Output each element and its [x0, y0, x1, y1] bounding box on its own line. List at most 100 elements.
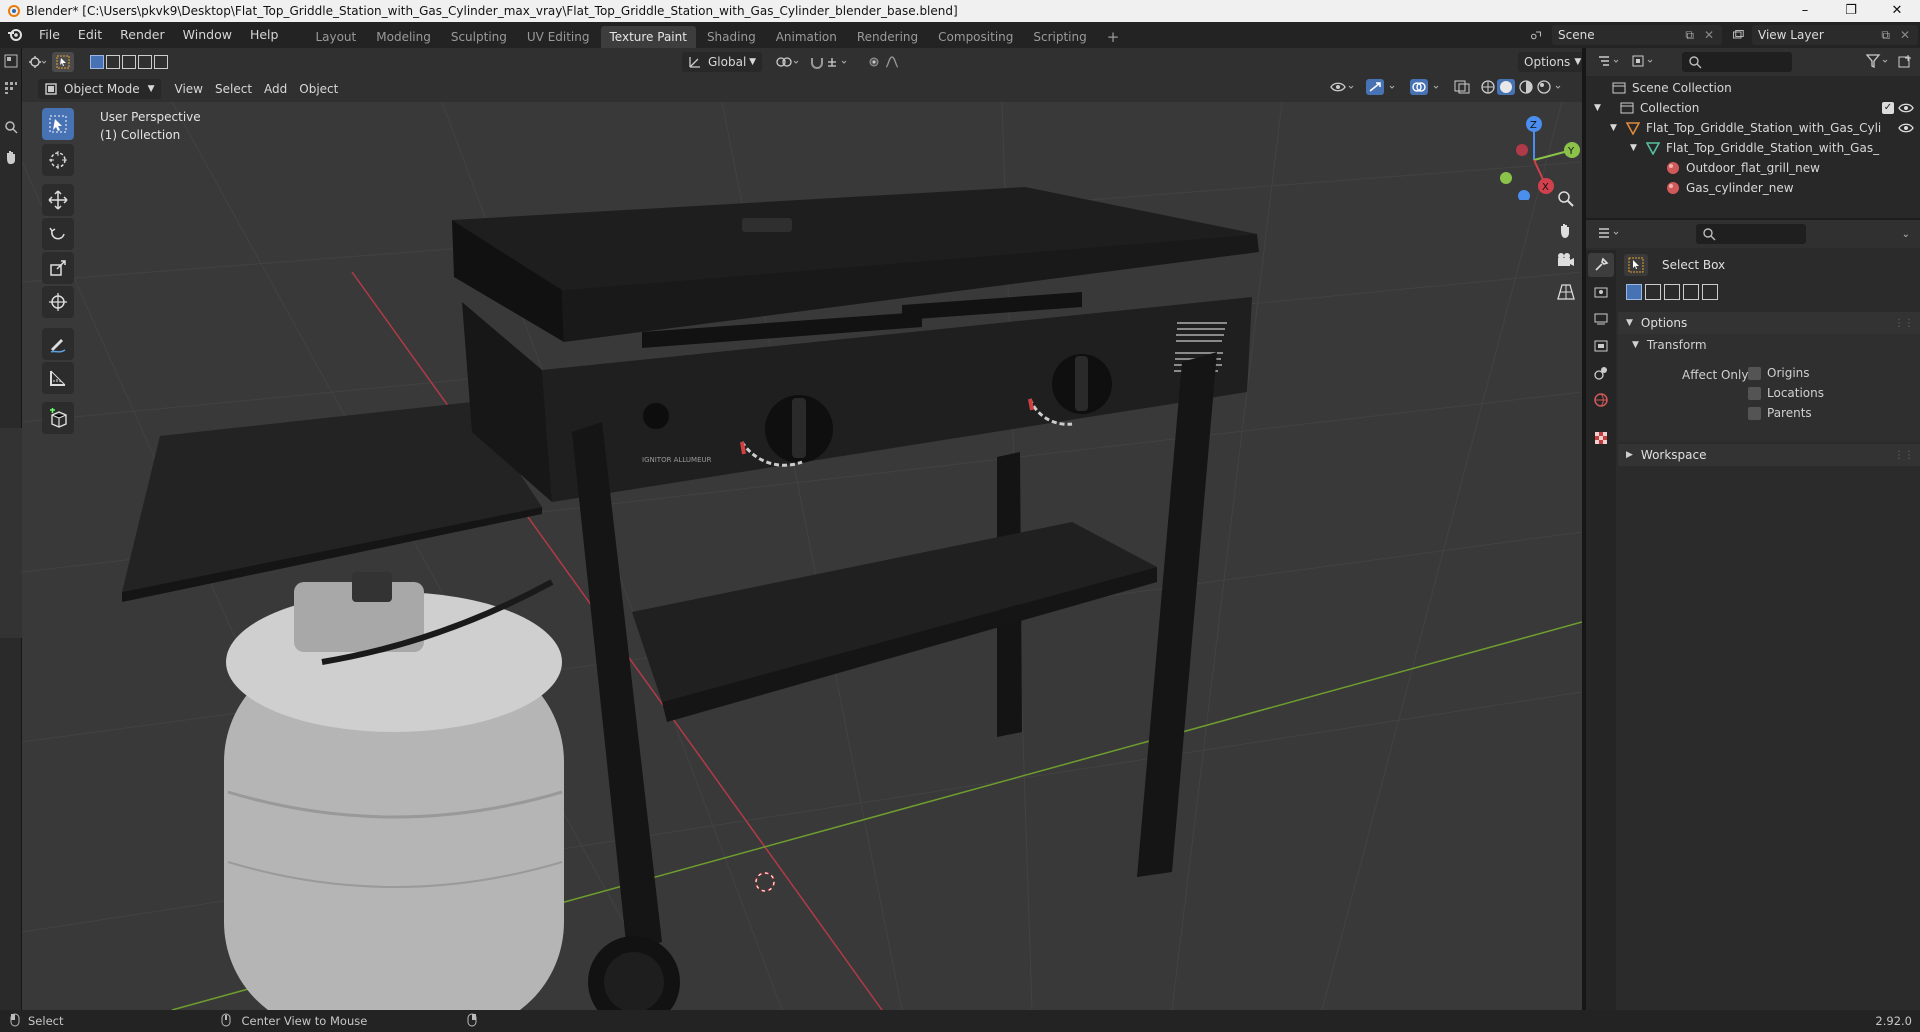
select-menu[interactable]: Select: [209, 79, 258, 99]
outliner-search-input[interactable]: [1682, 52, 1792, 72]
copy-scene-icon[interactable]: ⧉: [1685, 28, 1694, 43]
transform-orientation-dropdown[interactable]: Global ▼: [682, 52, 762, 72]
filter-icon[interactable]: [1865, 53, 1892, 71]
display-mode-icon[interactable]: [1632, 54, 1658, 71]
outliner-material-cylinder[interactable]: Gas_cylinder_new: [1586, 178, 1920, 198]
annotate-tool[interactable]: [42, 328, 74, 360]
tab-rendering[interactable]: Rendering: [848, 26, 927, 48]
zoom-view-icon[interactable]: [1557, 190, 1575, 211]
menu-edit[interactable]: Edit: [69, 22, 111, 48]
window-title: Blender* [C:\Users\pkvk9\Desktop\Flat_To…: [26, 4, 958, 18]
object-menu[interactable]: Object: [293, 79, 344, 99]
menu-file[interactable]: File: [30, 22, 69, 48]
transform-subpanel-header[interactable]: ▼ Transform: [1632, 338, 1707, 352]
world-tab[interactable]: [1588, 388, 1614, 412]
tab-animation[interactable]: Animation: [767, 26, 846, 48]
outliner-mesh[interactable]: ▼ Flat_Top_Griddle_Station_with_Gas_: [1586, 138, 1920, 158]
select-tool-icon[interactable]: [52, 52, 74, 72]
workspace-panel-header[interactable]: ▶ Workspace ⋮⋮: [1618, 444, 1920, 466]
remove-scene-icon[interactable]: ✕: [1704, 28, 1714, 42]
close-button[interactable]: ✕: [1874, 0, 1920, 22]
outliner-scene-collection[interactable]: Scene Collection: [1586, 78, 1920, 98]
tab-scripting[interactable]: Scripting: [1024, 26, 1095, 48]
tab-shading[interactable]: Shading: [698, 26, 765, 48]
proportional-editing-icon[interactable]: [862, 52, 914, 72]
measure-tool[interactable]: [42, 362, 74, 394]
menu-window[interactable]: Window: [174, 22, 241, 48]
visibility-eye-icon[interactable]: [1330, 80, 1356, 97]
perspective-toggle-icon[interactable]: [1557, 283, 1575, 304]
add-workspace-button[interactable]: +: [1098, 26, 1129, 48]
3d-viewport[interactable]: Global ▼ Options ▼ Object Mode ▼ View Sel…: [22, 48, 1582, 1010]
zoom-icon[interactable]: [4, 120, 18, 137]
outliner-material-grill[interactable]: Outdoor_flat_grill_new: [1586, 158, 1920, 178]
expand-arrow-icon[interactable]: ▼: [1630, 143, 1646, 153]
scene-selector-icon[interactable]: [1524, 25, 1548, 45]
view-layer-icon[interactable]: [1726, 25, 1750, 45]
options-dropdown[interactable]: Options ▼: [1518, 52, 1582, 72]
maximize-button[interactable]: ❐: [1828, 0, 1874, 22]
scale-tool[interactable]: [42, 252, 74, 284]
minimize-button[interactable]: –: [1782, 0, 1828, 22]
affect-only-origins-checkbox[interactable]: Origins: [1748, 366, 1810, 380]
move-tool[interactable]: [42, 184, 74, 216]
affect-only-locations-checkbox[interactable]: Locations: [1748, 386, 1824, 400]
output-tab[interactable]: [1588, 307, 1614, 331]
select-box-tool[interactable]: [42, 108, 74, 140]
camera-view-icon[interactable]: [1557, 252, 1575, 273]
menu-help[interactable]: Help: [241, 22, 288, 48]
outliner-object[interactable]: ▼ Flat_Top_Griddle_Station_with_Gas_Cyli: [1586, 118, 1920, 138]
add-menu[interactable]: Add: [258, 79, 293, 99]
pan-view-icon[interactable]: [1557, 221, 1575, 242]
expand-arrow-icon[interactable]: ▼: [1610, 123, 1626, 133]
selection-mode-buttons[interactable]: [1626, 284, 1718, 300]
render-tab[interactable]: [1588, 280, 1614, 304]
image-editor-icon[interactable]: [4, 54, 18, 71]
add-cube-tool[interactable]: [42, 402, 74, 434]
mode-dropdown[interactable]: Object Mode ▼: [38, 79, 161, 99]
options-panel-header[interactable]: ▼ Options ⋮⋮: [1618, 312, 1920, 334]
xray-toggle-icon[interactable]: [1454, 80, 1470, 97]
tab-texture-paint[interactable]: Texture Paint: [600, 26, 696, 48]
overlays-toggle-icon[interactable]: [1410, 79, 1444, 98]
expand-arrow-icon[interactable]: ▼: [1594, 103, 1610, 113]
rotate-tool[interactable]: [42, 218, 74, 250]
eye-icon[interactable]: [1898, 122, 1914, 134]
snap-icon[interactable]: [804, 52, 864, 72]
tab-layout[interactable]: Layout: [306, 26, 365, 48]
pivot-point-icon[interactable]: [770, 52, 808, 72]
navigation-gizmo[interactable]: Z Y X: [1492, 110, 1582, 200]
gizmo-toggle-icon[interactable]: [1366, 79, 1400, 98]
tab-compositing[interactable]: Compositing: [929, 26, 1022, 48]
tab-sculpting[interactable]: Sculpting: [442, 26, 516, 48]
scene-name-field[interactable]: Scene ⧉ ✕: [1552, 25, 1722, 45]
editor-type-button[interactable]: [22, 52, 52, 72]
collection-checkbox[interactable]: ✓: [1882, 102, 1894, 114]
affect-only-parents-checkbox[interactable]: Parents: [1748, 406, 1812, 420]
remove-view-layer-icon[interactable]: ✕: [1900, 28, 1910, 42]
outliner-editor-icon[interactable]: [1598, 54, 1624, 71]
new-collection-icon[interactable]: [1898, 54, 1914, 71]
texture-tab[interactable]: [1588, 426, 1614, 450]
blender-menu-icon[interactable]: [0, 22, 30, 48]
pan-hand-icon[interactable]: [3, 149, 18, 168]
tab-uv-editing[interactable]: UV Editing: [518, 26, 599, 48]
view-layer-field[interactable]: View Layer ⧉ ✕: [1752, 25, 1918, 45]
scene-tab[interactable]: [1588, 361, 1614, 385]
tool-tab[interactable]: [1588, 253, 1614, 277]
cursor-tool[interactable]: [42, 144, 74, 176]
outliner-collection[interactable]: ▼ Collection ✓: [1586, 98, 1920, 118]
properties-search-input[interactable]: [1696, 224, 1806, 244]
shading-modes-icons[interactable]: [1480, 79, 1566, 98]
properties-editor-icon[interactable]: [1598, 226, 1624, 243]
view-menu[interactable]: View: [169, 79, 209, 99]
transform-tool[interactable]: [42, 286, 74, 318]
paint-grid-icon[interactable]: [4, 81, 17, 98]
tab-modeling[interactable]: Modeling: [367, 26, 440, 48]
selection-mode-icons[interactable]: [84, 52, 174, 72]
menu-render[interactable]: Render: [111, 22, 174, 48]
copy-view-layer-icon[interactable]: ⧉: [1881, 28, 1890, 43]
view-layer-tab[interactable]: [1588, 334, 1614, 358]
eye-icon[interactable]: [1898, 102, 1914, 114]
chevron-down-icon[interactable]: ⌄: [1902, 229, 1910, 240]
